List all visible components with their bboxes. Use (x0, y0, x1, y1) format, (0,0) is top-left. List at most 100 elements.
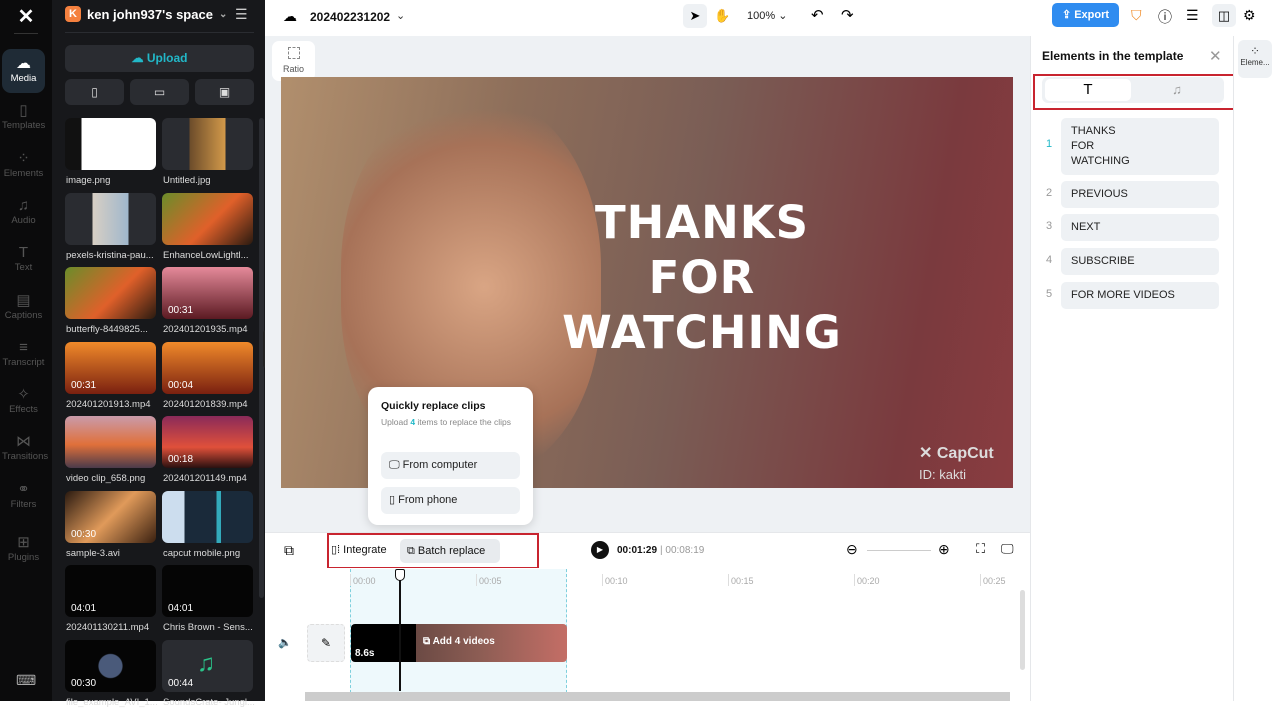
volume-icon[interactable]: 🔈 (278, 636, 292, 649)
upload-button[interactable]: ☁ Upload (65, 45, 254, 72)
media-thumbnail[interactable]: ♫ 00:44 (162, 639, 253, 692)
monitor-icon: 🖵 (389, 459, 403, 471)
copy-icon[interactable]: ⧉ (284, 542, 294, 559)
media-thumbnail[interactable] (65, 416, 156, 468)
media-duration: 04:01 (168, 603, 194, 614)
batch-replace-button[interactable]: ⧉ Batch replace (400, 539, 500, 563)
media-thumbnail[interactable] (65, 267, 156, 319)
media-thumbnail[interactable] (162, 192, 253, 245)
export-button[interactable]: ⇪ Export (1052, 3, 1119, 27)
fullscreen-icon[interactable]: ⛶ (976, 541, 985, 557)
template-text-element[interactable]: FOR MORE VIDEOS (1061, 282, 1219, 309)
media-thumbnail[interactable]: 00:30 (65, 490, 156, 543)
play-button[interactable]: ▶ (591, 541, 609, 559)
nav-item-media[interactable]: ☁ Media (2, 49, 45, 93)
media-duration: 00:31 (71, 379, 97, 391)
template-text-element[interactable]: PREVIOUS (1061, 181, 1219, 208)
timeline-toolbar: ⧉ ▯⁞ Integrate ⧉ Batch replace ▶ 00:01:2… (265, 532, 1030, 569)
horizontal-scrollbar[interactable] (305, 692, 1010, 701)
edit-cover-button[interactable]: ✎ (307, 624, 345, 662)
panel-layout-icon[interactable]: ◫ (1212, 4, 1236, 27)
nav-item-label: Plugins (7, 552, 40, 563)
close-icon[interactable]: ✕ (1209, 47, 1222, 65)
tab-text[interactable]: T (1045, 79, 1131, 101)
zoom-in-icon[interactable]: ⊕ (938, 541, 950, 558)
playhead-handle[interactable] (395, 569, 405, 581)
tab-audio[interactable]: ♫ (1133, 79, 1221, 101)
integrate-button[interactable]: ▯⁞ Integrate (331, 543, 387, 556)
tick-mark (476, 574, 477, 586)
record-screen-button[interactable]: ▣ (195, 79, 254, 105)
divider (14, 33, 38, 34)
layers-icon[interactable]: ☰ (1186, 7, 1199, 24)
zoom-dropdown[interactable]: 100% ⌄ (747, 9, 787, 22)
nav-item-transitions[interactable]: ⋈ Transitions (2, 427, 48, 471)
media-thumbnail[interactable]: 00:31 (162, 267, 253, 319)
screen-record-icon: ▣ (218, 85, 231, 99)
nav-item-audio[interactable]: ♫ Audio (2, 191, 45, 235)
nav-item-filters[interactable]: ⚭ Filters (2, 475, 45, 519)
media-thumbnail[interactable]: 00:31 (65, 341, 156, 394)
media-thumbnail[interactable]: 00:04 (162, 341, 253, 394)
redo-icon[interactable]: ↷ (841, 6, 854, 24)
media-name: SoundsCrate- Jungl... (163, 696, 255, 708)
transcript-icon: ≡ (19, 338, 28, 356)
timeline-tick: 00:05 (479, 576, 502, 586)
nav-item-elements[interactable]: ⁘ Elements (2, 144, 45, 188)
nav-item-captions[interactable]: ▤ Captions (2, 286, 45, 330)
playhead[interactable] (399, 570, 401, 691)
media-duration: 00:04 (168, 379, 194, 391)
media-thumbnail[interactable]: 00:18 (162, 416, 253, 468)
feedback-icon[interactable]: 🖵 (1001, 541, 1014, 557)
template-text-element[interactable]: NEXT (1061, 214, 1219, 241)
zoom-out-icon[interactable]: ⊖ (846, 541, 858, 558)
media-thumbnail[interactable] (162, 118, 253, 170)
text-icon: T (18, 244, 29, 262)
keyboard-icon[interactable]: ⌨ (16, 672, 36, 689)
camera-icon: ▭ (153, 85, 166, 99)
template-text-element[interactable]: THANKS FOR WATCHING (1061, 118, 1219, 175)
timeline-clip[interactable]: 8.6s ⧉ Add 4 videos (351, 624, 567, 662)
media-thumbnail[interactable]: 04:01 (162, 565, 253, 617)
nav-item-transcript[interactable]: ≡ Transcript (2, 333, 45, 377)
upload-from-phone-button[interactable]: ▯ (65, 79, 124, 105)
media-duration: 00:44 (168, 677, 194, 689)
help-icon[interactable]: ⓘ (1158, 7, 1172, 27)
preview-text-line: FOR (648, 251, 756, 304)
sort-icon[interactable]: ☰ (235, 6, 248, 23)
media-thumbnail[interactable] (65, 192, 156, 245)
from-computer-button[interactable]: 🖵 From computer (381, 452, 520, 479)
batch-replace-label: Batch replace (417, 545, 486, 557)
chevron-down-icon[interactable]: ⌄ (396, 9, 405, 22)
timeline-zoom-slider[interactable] (867, 550, 931, 551)
export-icon: ⇪ (1061, 9, 1075, 21)
media-thumbnail[interactable] (65, 118, 156, 170)
transitions-icon: ⋈ (16, 433, 31, 451)
nav-item-plugins[interactable]: ⊞ Plugins (2, 528, 45, 572)
media-thumbnail[interactable]: 04:01 (65, 565, 156, 617)
from-phone-button[interactable]: ▯ From phone (381, 487, 520, 514)
timeline-tick: 00:00 (353, 576, 376, 586)
nav-item-templates[interactable]: ▯ Templates (2, 96, 45, 140)
nav-item-text[interactable]: T Text (2, 238, 45, 282)
project-name[interactable]: 202402231202 (310, 10, 390, 24)
settings-icon[interactable]: ⚙ (1243, 7, 1256, 24)
ratio-button[interactable]: Ratio (272, 41, 315, 81)
undo-icon[interactable]: ↶ (811, 6, 824, 24)
integrate-icon: ▯⁞ (331, 544, 344, 556)
media-thumbnail[interactable]: 00:30 (65, 639, 156, 692)
media-duration: 00:31 (168, 305, 194, 316)
workspace-switcher[interactable]: K ken john937's space ⌄ (65, 6, 227, 22)
template-text-element[interactable]: SUBSCRIBE (1061, 248, 1219, 275)
record-camera-button[interactable]: ▭ (130, 79, 189, 105)
text-icon: T (1083, 81, 1093, 98)
hand-tool-icon[interactable]: ✋ (714, 8, 730, 24)
export-label: Export (1074, 9, 1110, 21)
nav-item-effects[interactable]: ✧ Effects (2, 380, 45, 424)
elements-rail-button[interactable]: ⁘ Eleme... (1238, 40, 1272, 78)
add-videos-label[interactable]: ⧉ Add 4 videos (423, 636, 495, 647)
select-tool-icon[interactable]: ➤ (683, 4, 707, 28)
shield-icon[interactable]: ⛉ (1131, 7, 1142, 24)
media-thumbnail[interactable] (162, 490, 253, 543)
vertical-scrollbar[interactable] (1020, 590, 1025, 670)
